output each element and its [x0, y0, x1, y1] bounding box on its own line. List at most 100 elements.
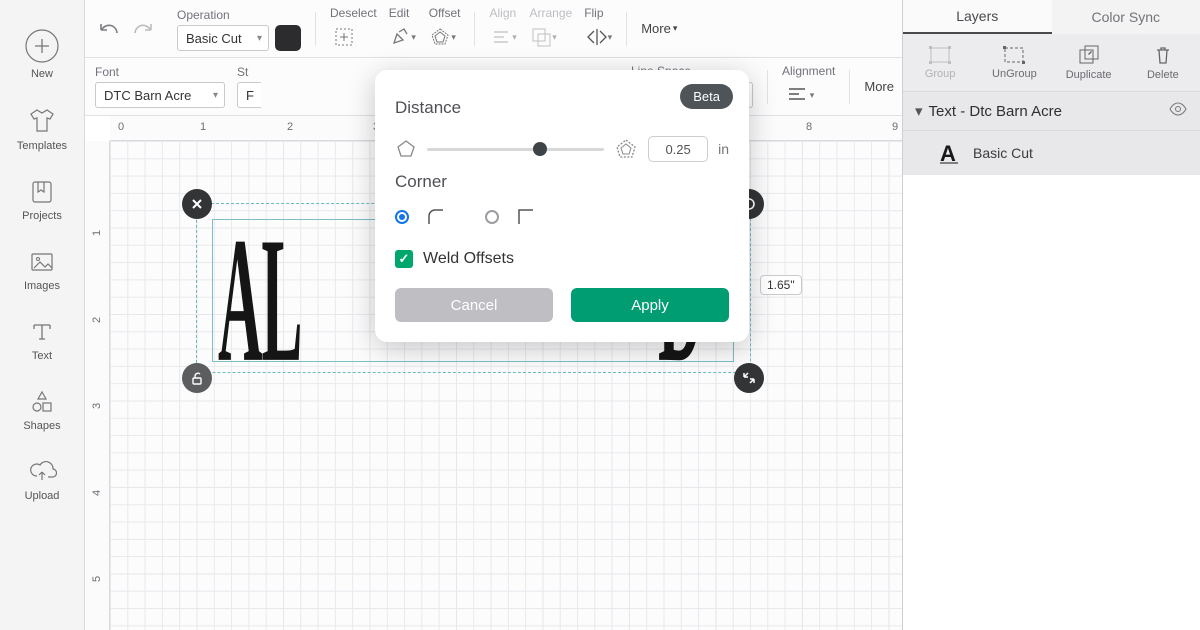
- unit-label: in: [718, 141, 729, 157]
- label: Align: [489, 6, 517, 20]
- distance-label: Distance: [395, 98, 729, 118]
- label: Arrange: [529, 6, 572, 20]
- arrange-group: Arrange ▾: [529, 6, 572, 51]
- sidebar-label: Images: [24, 280, 60, 292]
- divider: [626, 12, 627, 46]
- sidebar-item-upload[interactable]: Upload: [25, 458, 60, 502]
- layer-group-header[interactable]: ▾ Text - Dtc Barn Acre: [903, 92, 1200, 131]
- duplicate-icon: [1077, 44, 1101, 66]
- style-group: St F: [237, 65, 261, 108]
- ungroup-button[interactable]: UnGroup: [977, 34, 1051, 91]
- redo-button[interactable]: [129, 15, 157, 43]
- offset-group: Offset ▾: [429, 6, 461, 51]
- group-icon: [928, 45, 952, 65]
- sidebar-label: Text: [32, 350, 52, 362]
- top-toolbar: Operation Basic Cut Deselect Edit ▾ Offs…: [85, 0, 902, 58]
- sidebar-item-new[interactable]: New: [24, 28, 60, 80]
- divider: [474, 12, 475, 46]
- alignment-button[interactable]: ▾: [782, 81, 818, 109]
- font-group: Font DTC Barn Acre: [95, 65, 225, 108]
- distance-input[interactable]: [648, 136, 708, 162]
- pentagon-small-icon: [395, 138, 417, 160]
- font-select[interactable]: DTC Barn Acre: [95, 82, 225, 108]
- edit-button[interactable]: ▾: [389, 23, 417, 51]
- svg-text:A: A: [940, 141, 956, 165]
- weld-checkbox[interactable]: ✓: [395, 250, 413, 268]
- weld-label: Weld Offsets: [423, 250, 514, 268]
- sidebar-label: Shapes: [23, 420, 60, 432]
- deselect-group: Deselect: [330, 6, 377, 51]
- cancel-button[interactable]: Cancel: [395, 288, 553, 322]
- flip-group: Flip ▾: [584, 6, 612, 51]
- layer-item[interactable]: A Basic Cut: [903, 131, 1200, 175]
- corner-square-radio[interactable]: [485, 210, 499, 224]
- group-button[interactable]: Group: [903, 34, 977, 91]
- resize-handle[interactable]: [734, 363, 764, 393]
- edit-group: Edit ▾: [389, 6, 417, 51]
- visibility-toggle[interactable]: [1168, 102, 1188, 120]
- label: Edit: [389, 6, 417, 20]
- ungroup-icon: [1002, 45, 1026, 65]
- distance-slider[interactable]: [427, 148, 604, 151]
- tab-colorsync[interactable]: Color Sync: [1052, 0, 1200, 34]
- deselect-button[interactable]: [330, 23, 358, 51]
- sidebar-item-shapes[interactable]: Shapes: [23, 388, 60, 432]
- sidebar-item-text[interactable]: Text: [28, 318, 56, 362]
- corner-round-radio[interactable]: [395, 210, 409, 224]
- sidebar-label: New: [31, 68, 53, 80]
- layer-operation: Basic Cut: [973, 145, 1033, 161]
- caret-down-icon: ▾: [915, 102, 923, 120]
- duplicate-button[interactable]: Duplicate: [1052, 34, 1126, 91]
- sidebar-item-images[interactable]: Images: [24, 248, 60, 292]
- operation-select[interactable]: Basic Cut: [177, 25, 269, 51]
- canvas-text-left[interactable]: AL: [218, 198, 301, 404]
- apply-button[interactable]: Apply: [571, 288, 729, 322]
- tab-layers[interactable]: Layers: [903, 0, 1052, 34]
- corner-round-icon: [425, 206, 447, 228]
- corner-square-icon: [515, 206, 537, 228]
- bookmark-icon: [28, 178, 56, 206]
- lock-handle[interactable]: [182, 363, 212, 393]
- pentagon-large-icon: [614, 137, 638, 161]
- offset-dialog: Beta Distance in Corner ✓ Weld Offsets: [375, 70, 749, 342]
- sidebar-item-templates[interactable]: Templates: [17, 106, 67, 152]
- flip-button[interactable]: ▾: [584, 23, 612, 51]
- label: Offset: [429, 6, 461, 20]
- text-icon: [28, 318, 56, 346]
- operation-color-swatch[interactable]: [275, 25, 301, 51]
- divider: [315, 12, 316, 46]
- layer-title: Text - Dtc Barn Acre: [929, 103, 1062, 120]
- undo-button[interactable]: [95, 15, 123, 43]
- delete-button[interactable]: Delete: [1126, 34, 1200, 91]
- sidebar-label: Templates: [17, 140, 67, 152]
- text-layer-icon: A: [937, 141, 961, 165]
- dimension-label: 1.65": [760, 275, 802, 295]
- trash-icon: [1153, 44, 1173, 66]
- beta-badge: Beta: [680, 84, 733, 109]
- image-icon: [28, 248, 56, 276]
- style-select[interactable]: F: [237, 82, 261, 108]
- operation-label: Operation: [177, 8, 301, 22]
- sidebar-label: Upload: [25, 490, 60, 502]
- align-group: Align ▾: [489, 6, 517, 51]
- corner-label: Corner: [395, 172, 729, 192]
- shapes-icon: [28, 388, 56, 416]
- delete-handle[interactable]: [182, 189, 212, 219]
- align-button[interactable]: ▾: [489, 23, 517, 51]
- label: Flip: [584, 6, 612, 20]
- more-button[interactable]: More▾: [641, 21, 677, 36]
- tshirt-icon: [27, 106, 57, 136]
- offset-button[interactable]: ▾: [429, 23, 457, 51]
- operation-group: Operation Basic Cut: [177, 8, 301, 51]
- left-sidebar: New Templates Projects Images Text Shape…: [0, 0, 85, 630]
- right-panel: Layers Color Sync Group UnGroup Duplicat…: [902, 0, 1200, 630]
- alignment-group: Alignment ▾: [782, 64, 835, 109]
- label: Deselect: [330, 6, 377, 20]
- upload-cloud-icon: [27, 458, 57, 486]
- ruler-vertical: 1 2 3 4 5 6: [85, 141, 110, 630]
- arrange-button[interactable]: ▾: [529, 23, 557, 51]
- more-text-button[interactable]: More: [864, 79, 894, 94]
- label: Font: [95, 65, 225, 79]
- plus-circle-icon: [24, 28, 60, 64]
- sidebar-item-projects[interactable]: Projects: [22, 178, 62, 222]
